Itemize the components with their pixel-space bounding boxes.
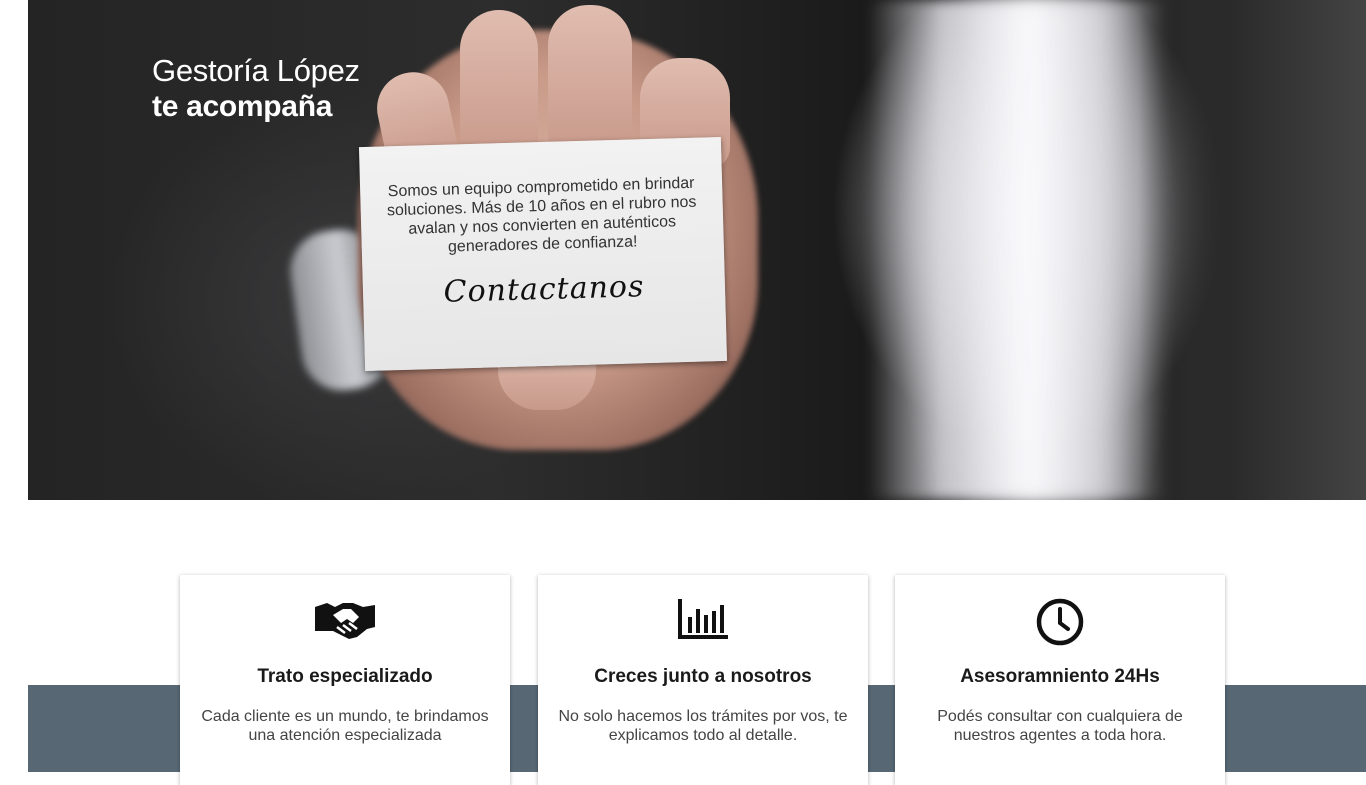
- brand-heading: Gestoría López te acompaña: [152, 52, 360, 125]
- hero-finger: [548, 5, 632, 155]
- business-card: Somos un equipo comprometido en brindar …: [358, 136, 728, 372]
- feature-title: Asesoramniento 24Hs: [960, 666, 1160, 687]
- contact-link[interactable]: Contactanos: [363, 267, 726, 312]
- business-card-text: Somos un equipo comprometido en brindar …: [386, 174, 697, 256]
- feature-description: Podés consultar con cualquiera de nuestr…: [937, 708, 1183, 744]
- hero-background-tie: [963, 0, 1113, 500]
- brand-subtitle: te acompaña: [152, 90, 333, 124]
- brand-title: Gestoría López: [152, 53, 360, 88]
- feature-title: Trato especializado: [257, 666, 433, 687]
- handshake-icon: [180, 597, 510, 647]
- feature-description: Cada cliente es un mundo, te brindamos u…: [201, 708, 489, 744]
- feature-card-asesoramiento: Asesoramniento 24Hs Podés consultar con …: [895, 575, 1225, 785]
- feature-title: Creces junto a nosotros: [594, 666, 812, 687]
- hero-background-suit: [1138, 0, 1366, 500]
- feature-description: No solo hacemos los trámites por vos, te…: [558, 708, 848, 744]
- feature-card-crecimiento: Creces junto a nosotros No solo hacemos …: [538, 575, 868, 785]
- feature-card-trato: Trato especializado Cada cliente es un m…: [180, 575, 510, 785]
- bar-chart-icon: [538, 597, 868, 647]
- clock-icon: [895, 597, 1225, 647]
- hero-finger: [460, 10, 538, 160]
